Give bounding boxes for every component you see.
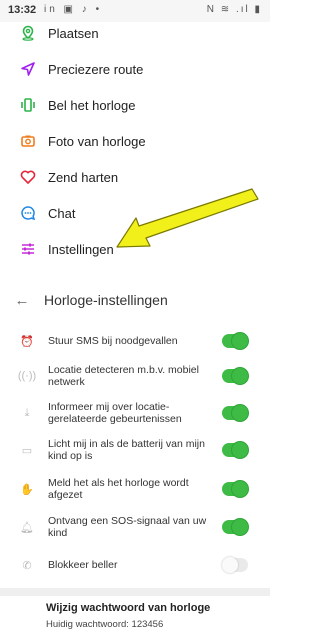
- setting-label: Meld het als het horloge wordt afgezet: [48, 477, 189, 501]
- setting-label: Stuur SMS bij noodgevallen: [48, 335, 178, 347]
- block-call-icon: ✆: [22, 559, 32, 572]
- phone-vibrate-icon: [20, 97, 36, 113]
- setting-label: Informeer mij over locatie-gerelateerde …: [48, 401, 182, 425]
- current-password-text: Huidig wachtwoord: 123456: [46, 619, 164, 630]
- toggle-knob: [232, 405, 248, 421]
- toggle-knob: [232, 442, 248, 458]
- menu-item-bel-het-horloge[interactable]: Bel het horloge: [0, 88, 270, 122]
- location-event-icon: ⤓: [24, 406, 30, 419]
- toggle-knob: [222, 557, 238, 573]
- menu-item-plaatsen[interactable]: Plaatsen: [0, 16, 270, 50]
- toggle-switch-on[interactable]: [222, 519, 248, 535]
- setting-row-sos: 🔔︎ Ontvang een SOS-signaal van uw kind: [0, 511, 270, 543]
- setting-label: Licht mij in als de batterij van mijn ki…: [48, 438, 205, 462]
- settings-header: ← Horloge-instellingen: [0, 285, 270, 315]
- change-password-title: Wijzig wachtwoord van horloge: [46, 602, 211, 614]
- status-time: 13:32: [8, 4, 37, 16]
- sliders-icon: [20, 241, 36, 257]
- menu-item-zend-harten[interactable]: Zend harten: [0, 160, 270, 194]
- toggle-switch-on[interactable]: [222, 442, 248, 458]
- menu-label: Plaatsen: [48, 25, 99, 41]
- menu-label: Chat: [48, 205, 76, 221]
- setting-row-afgezet: ✋ Meld het als het horloge wordt afgezet: [0, 473, 270, 505]
- signal-icon: ((·)): [17, 370, 37, 382]
- toggle-switch-on[interactable]: [222, 333, 248, 349]
- setting-label: Locatie detecteren m.b.v. mobiel netwerk: [48, 364, 199, 388]
- setting-row-blokkeer: ✆ Blokkeer beller: [0, 549, 270, 581]
- menu-label: Instellingen: [48, 241, 114, 257]
- page-title: Horloge-instellingen: [44, 292, 168, 308]
- menu-label: Preciezere route: [48, 61, 144, 77]
- setting-label: Blokkeer beller: [48, 559, 118, 571]
- menu-item-instellingen[interactable]: Instellingen: [0, 232, 270, 266]
- toggle-knob: [232, 333, 248, 349]
- chat-bubble-icon: [20, 205, 36, 221]
- setting-label: Ontvang een SOS-signaal van uw kind: [48, 515, 207, 539]
- back-arrow-icon[interactable]: ←: [14, 292, 30, 309]
- toggle-knob: [232, 368, 248, 384]
- toggle-switch-on[interactable]: [222, 481, 248, 497]
- battery-icon: ▭: [21, 444, 33, 457]
- system-status-icons: N ≋ .ıl ▮: [206, 4, 262, 15]
- setting-row-sms: ⏰ Stuur SMS bij noodgevallen: [0, 325, 270, 357]
- menu-label: Bel het horloge: [48, 97, 136, 113]
- notification-icons: in ▣ ♪ •: [44, 4, 103, 15]
- toggle-switch-off[interactable]: [222, 557, 248, 573]
- menu-item-chat[interactable]: Chat: [0, 196, 270, 230]
- section-divider: [0, 588, 270, 596]
- alarm-icon: ⏰: [20, 335, 34, 348]
- toggle-switch-on[interactable]: [222, 405, 248, 421]
- heart-icon: [20, 169, 36, 185]
- setting-row-locatie: ((·)) Locatie detecteren m.b.v. mobiel n…: [0, 359, 270, 393]
- menu-label: Foto van horloge: [48, 133, 146, 149]
- menu-item-preciezere-route[interactable]: Preciezere route: [0, 52, 270, 86]
- toggle-switch-on[interactable]: [222, 368, 248, 384]
- camera-icon: [20, 133, 36, 149]
- menu-item-foto-van-horloge[interactable]: Foto van horloge: [0, 124, 270, 158]
- change-password-item[interactable]: Wijzig wachtwoord van horloge Huidig wac…: [0, 596, 270, 640]
- navigation-arrow-icon: [20, 61, 36, 77]
- hand-icon: ✋: [20, 483, 34, 496]
- toggle-knob: [232, 519, 248, 535]
- bell-icon: 🔔︎: [20, 521, 34, 534]
- menu-label: Zend harten: [48, 169, 119, 185]
- setting-row-batterij: ▭ Licht mij in als de batterij van mijn …: [0, 433, 270, 467]
- setting-row-informeer: ⤓ Informeer mij over locatie-gerelateerd…: [0, 396, 270, 430]
- toggle-knob: [232, 481, 248, 497]
- location-pin-icon: [20, 25, 36, 41]
